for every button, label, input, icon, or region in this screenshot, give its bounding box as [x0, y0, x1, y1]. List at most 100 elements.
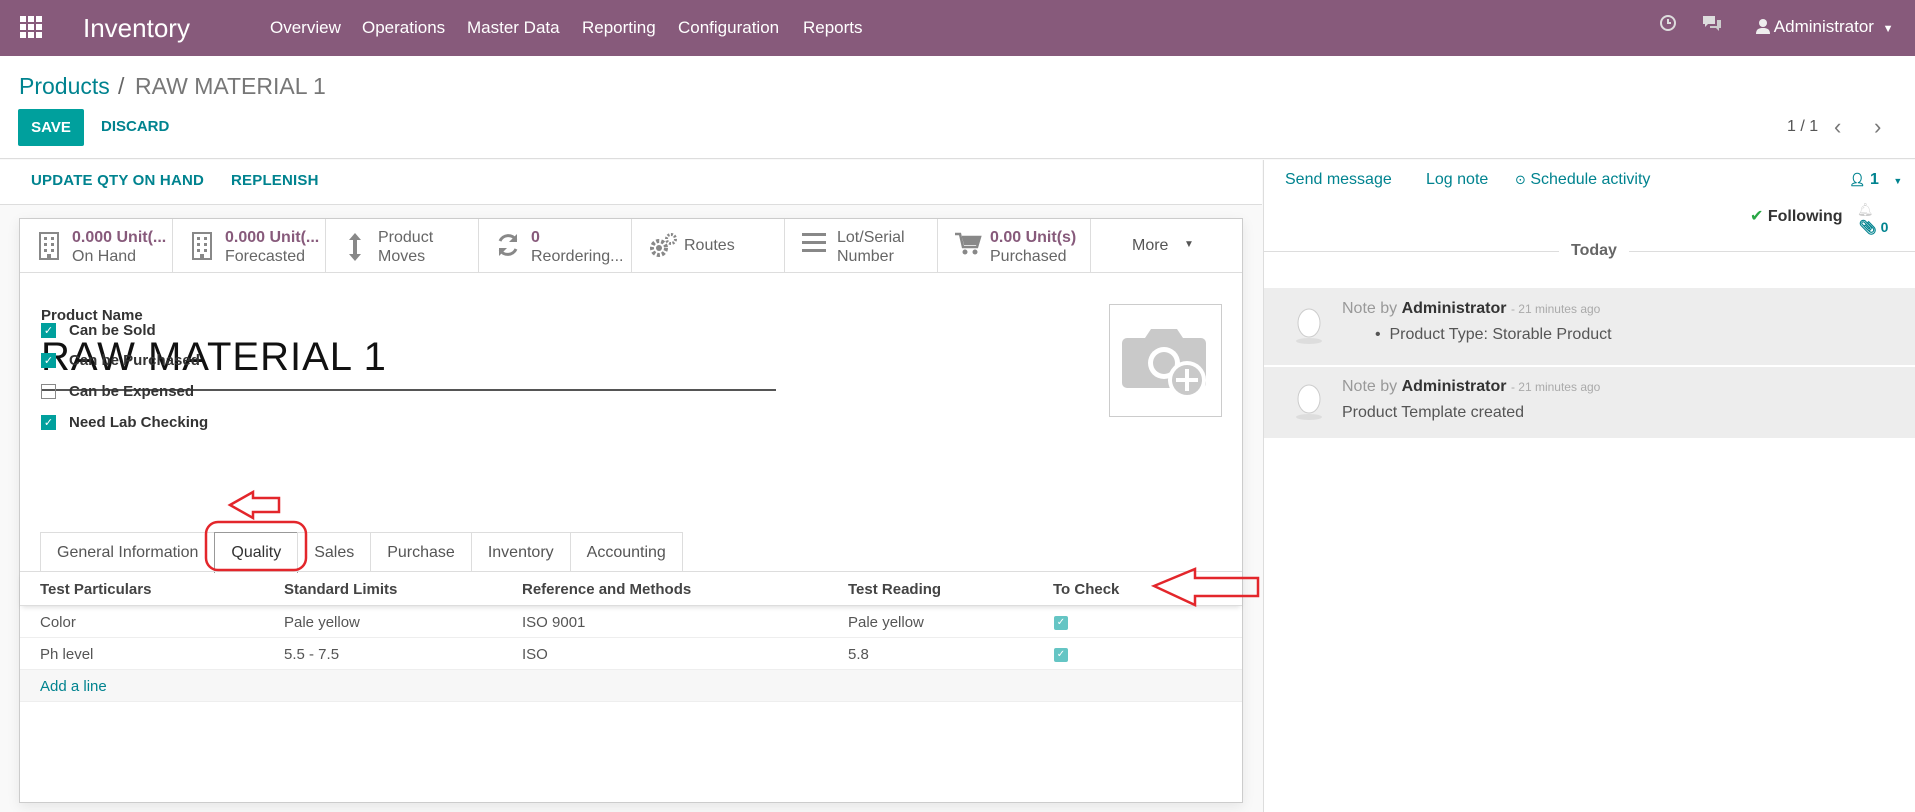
smart-button-on-hand[interactable]: 0.000 Unit(... On Hand: [20, 219, 173, 273]
user-menu[interactable]: Administrator ▼: [1756, 17, 1894, 37]
need-lab-checking-row[interactable]: ✓ Need Lab Checking: [41, 412, 208, 432]
caret-down-icon: ▼: [1184, 239, 1194, 250]
breadcrumb-products-link[interactable]: Products: [19, 73, 110, 100]
table-row[interactable]: Ph level 5.5 - 7.5 ISO 5.8 ✓: [20, 638, 1242, 670]
menu-reports[interactable]: Reports: [803, 18, 863, 38]
user-icon: 👤︎: [1849, 172, 1866, 187]
pager-value[interactable]: 1 / 1: [1787, 118, 1818, 136]
cell-reading[interactable]: 5.8: [848, 646, 869, 663]
menu-master-data[interactable]: Master Data: [467, 18, 560, 38]
following-button[interactable]: ✔ Following: [1750, 206, 1843, 226]
cell-particular[interactable]: Color: [40, 614, 76, 631]
activity-clock-icon[interactable]: [1659, 14, 1677, 37]
tab-inventory[interactable]: Inventory: [470, 532, 571, 572]
caret-down-icon: ▼: [1882, 23, 1894, 35]
cell-particular[interactable]: Ph level: [40, 646, 93, 663]
cell-to-check-checkbox[interactable]: ✓: [1054, 616, 1068, 630]
can-be-expensed-checkbox[interactable]: [41, 383, 56, 399]
can-be-expensed-row[interactable]: Can be Expensed: [41, 381, 194, 401]
cell-limits[interactable]: 5.5 - 7.5: [284, 646, 339, 663]
table-row[interactable]: Color Pale yellow ISO 9001 Pale yellow ✓: [20, 606, 1242, 638]
apps-menu-icon[interactable]: [20, 16, 42, 38]
schedule-activity-button[interactable]: ⊙ Schedule activity: [1515, 171, 1650, 189]
message-type: Note by: [1342, 378, 1398, 395]
can-be-sold-row[interactable]: ✓ Can be Sold: [41, 320, 156, 340]
smart-button-reordering[interactable]: 0 Reordering...: [479, 219, 632, 273]
author-avatar[interactable]: [1294, 308, 1324, 344]
smart-button-forecasted[interactable]: 0.000 Unit(... Forecasted: [173, 219, 326, 273]
tab-accounting[interactable]: Accounting: [569, 532, 683, 572]
col-reference-methods[interactable]: Reference and Methods: [522, 581, 691, 598]
message-author[interactable]: Administrator: [1402, 300, 1507, 317]
pager-next-icon[interactable]: ›: [1874, 114, 1881, 140]
update-qty-button[interactable]: UPDATE QTY ON HAND: [31, 172, 204, 189]
smart-button-lot-serial[interactable]: Lot/Serial Number: [785, 219, 938, 273]
add-a-line-link[interactable]: Add a line: [40, 678, 107, 695]
more-label: More: [1132, 237, 1169, 254]
can-be-purchased-row[interactable]: ✓ Can be Purchased: [41, 350, 200, 370]
menu-configuration[interactable]: Configuration: [678, 18, 779, 38]
followers-button[interactable]: 👤︎ 1 ▼: [1849, 171, 1902, 189]
col-standard-limits[interactable]: Standard Limits: [284, 581, 397, 598]
more-button[interactable]: More ▼: [1091, 219, 1242, 272]
send-message-button[interactable]: Send message: [1285, 171, 1392, 189]
chatter-message: Note by Administrator - 21 minutes ago •…: [1264, 288, 1915, 365]
col-to-check[interactable]: To Check: [1053, 581, 1119, 598]
smart-buttons-box: 0.000 Unit(... On Hand 0.000 Unit(... Fore…: [20, 219, 1242, 273]
can-be-purchased-checkbox[interactable]: ✓: [41, 352, 56, 368]
col-test-particulars[interactable]: Test Particulars: [40, 581, 151, 598]
cell-reading[interactable]: Pale yellow: [848, 614, 924, 631]
can-be-sold-checkbox[interactable]: ✓: [41, 322, 56, 338]
forecasted-label: Forecasted: [225, 248, 306, 265]
menu-operations[interactable]: Operations: [362, 18, 445, 38]
message-author[interactable]: Administrator: [1402, 378, 1507, 395]
camera-plus-icon: [1121, 322, 1211, 405]
tab-general-information[interactable]: General Information: [40, 532, 216, 572]
bell-icon[interactable]: 🔔︎: [1857, 202, 1874, 218]
message-body: • Product Type: Storable Product: [1375, 326, 1612, 344]
tab-quality[interactable]: Quality: [214, 532, 299, 573]
product-image-field[interactable]: [1109, 304, 1222, 417]
followers-count: 1: [1869, 171, 1879, 188]
bullet-icon: •: [1375, 326, 1381, 343]
author-avatar[interactable]: [1294, 384, 1324, 420]
caret-down-icon: ▼: [1893, 176, 1903, 186]
routes-label: Routes: [684, 237, 735, 254]
col-test-reading[interactable]: Test Reading: [848, 581, 941, 598]
messaging-chat-icon[interactable]: [1701, 14, 1723, 37]
check-icon: ✔: [1750, 208, 1764, 225]
replenish-button[interactable]: REPLENISH: [231, 172, 319, 189]
log-note-button[interactable]: Log note: [1426, 171, 1488, 189]
smart-button-product-moves[interactable]: Product Moves: [326, 219, 479, 273]
user-avatar-icon: [1756, 17, 1774, 36]
add-line-row: Add a line: [20, 670, 1242, 702]
can-be-expensed-label: Can be Expensed: [69, 382, 195, 400]
tab-sales[interactable]: Sales: [297, 532, 372, 572]
smart-button-purchased[interactable]: 0.00 Unit(s) Purchased: [938, 219, 1091, 273]
attachments-count: 0: [1880, 219, 1889, 235]
top-navbar: Inventory Overview Operations Master Dat…: [0, 0, 1915, 56]
product-moves-line2: Moves: [378, 248, 426, 265]
need-lab-checking-checkbox[interactable]: ✓: [41, 414, 56, 430]
menu-reporting[interactable]: Reporting: [582, 18, 656, 38]
table-header: Test Particulars Standard Limits Referen…: [20, 572, 1242, 606]
discard-button[interactable]: DISCARD: [101, 118, 169, 135]
tab-purchase[interactable]: Purchase: [370, 532, 472, 572]
cell-reference[interactable]: ISO 9001: [522, 614, 585, 631]
can-be-purchased-label: Can be Purchased: [69, 351, 200, 369]
cell-reference[interactable]: ISO: [522, 646, 548, 663]
chatter-panel: Send message Log note ⊙ Schedule activit…: [1263, 160, 1915, 812]
product-moves-line1: Product: [378, 229, 434, 246]
smart-button-routes[interactable]: Routes: [632, 219, 785, 273]
control-panel: Products / RAW MATERIAL 1 SAVE DISCARD 1…: [0, 56, 1915, 159]
cell-to-check-checkbox[interactable]: ✓: [1054, 648, 1068, 662]
quality-table: Test Particulars Standard Limits Referen…: [20, 572, 1242, 702]
pager-previous-icon[interactable]: ‹: [1834, 114, 1841, 140]
menu-overview[interactable]: Overview: [270, 18, 341, 38]
cell-limits[interactable]: Pale yellow: [284, 614, 360, 631]
app-name[interactable]: Inventory: [83, 13, 190, 44]
message-type: Note by: [1342, 300, 1398, 317]
attachments-button[interactable]: 📎︎ 0: [1859, 219, 1888, 236]
schedule-activity-label: Schedule activity: [1530, 171, 1651, 188]
save-button[interactable]: SAVE: [18, 109, 84, 146]
